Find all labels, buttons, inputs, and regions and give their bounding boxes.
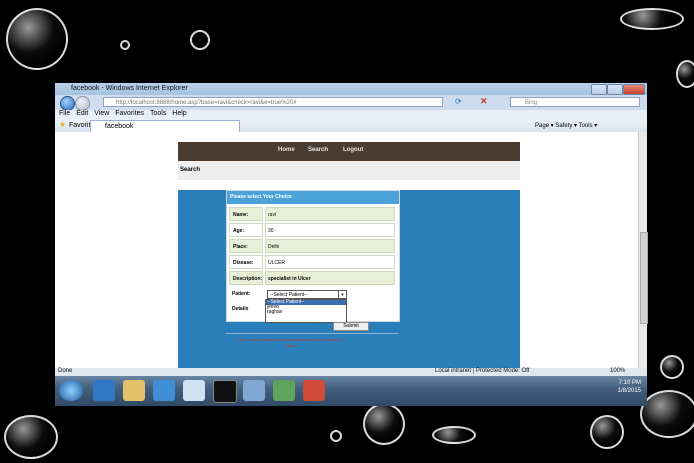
search-taskbar-icon[interactable] (183, 380, 205, 401)
menu-favorites[interactable]: Favorites (115, 110, 144, 117)
explorer-taskbar-icon[interactable] (123, 380, 145, 401)
field-row: Name: ravi (229, 207, 395, 221)
menu-view[interactable]: View (94, 110, 109, 117)
bubble-decoration (330, 430, 342, 442)
field-row: Description: specialist in Ulcer (229, 271, 395, 285)
window-title: facebook - Windows Internet Explorer (71, 85, 188, 92)
nav-logout-link[interactable]: Logout (343, 147, 363, 153)
field-label: Description: (229, 271, 263, 285)
favorites-bar: ★ Favorites facebook Page ▾ Safety ▾ Too… (55, 119, 647, 132)
status-text: Done (58, 368, 73, 374)
bubble-decoration (363, 403, 405, 445)
patient-select-value: --Select Patient-- (270, 292, 308, 298)
refresh-icon[interactable]: ⟳ (455, 97, 462, 106)
ie-taskbar-icon[interactable] (93, 380, 115, 401)
field-row: Age: 30 (229, 223, 395, 237)
search-placeholder: Bing (525, 100, 538, 106)
main-panel: Please select Your Choice Name: ravi Age… (178, 190, 520, 368)
bubble-decoration (590, 415, 624, 449)
menu-bar: File Edit View Favorites Tools Help (55, 110, 647, 119)
field-value: Delhi (265, 239, 395, 253)
close-button[interactable] (623, 84, 645, 95)
field-value: ULCER (265, 255, 395, 269)
site-nav: Home Search Logout (178, 142, 520, 161)
stop-icon[interactable]: ✕ (480, 96, 488, 107)
status-bar: Done Local intranet | Protected Mode: Of… (55, 368, 647, 376)
menu-tools[interactable]: Tools (150, 110, 166, 117)
search-heading: Search (180, 167, 201, 173)
app-taskbar-icon[interactable] (243, 380, 265, 401)
bubble-decoration (120, 40, 130, 50)
clock-date: 1/8/2015 (617, 388, 641, 394)
bubble-decoration (620, 8, 684, 30)
vertical-scrollbar[interactable] (638, 132, 648, 368)
bubble-decoration (4, 415, 58, 459)
field-label: Disease: (229, 255, 263, 269)
tab-facebook[interactable]: facebook (90, 120, 240, 132)
title-bar: facebook - Windows Internet Explorer (55, 83, 647, 95)
field-label: Age: (229, 223, 263, 237)
field-row: Place: Delhi (229, 239, 395, 253)
app-taskbar-icon[interactable] (273, 380, 295, 401)
patient-dropdown: --Select Patient-- jeevo raghav (265, 299, 347, 323)
clock-time: 7:10 PM (618, 380, 641, 386)
field-value: 30 (265, 223, 395, 237)
taskbar: 7:10 PM 1/8/2015 (55, 376, 647, 406)
cmd-taskbar-icon[interactable] (213, 380, 237, 403)
forward-button[interactable] (75, 96, 90, 111)
browser-window: facebook - Windows Internet Explorer htt… (55, 83, 648, 376)
bubble-decoration (6, 8, 68, 70)
bubble-decoration (432, 426, 476, 444)
zoom-level[interactable]: 100% (610, 368, 625, 374)
details-label: Details (232, 306, 249, 312)
back-button[interactable] (60, 96, 75, 111)
url-input[interactable]: http://localhost:8888/home.asp?base=ravi… (103, 97, 443, 107)
field-label: Name: (229, 207, 263, 221)
footer-note: Note: select patient from the dropdown a… (238, 337, 343, 348)
clock[interactable]: 7:10 PM 1/8/2015 (618, 379, 641, 395)
start-button[interactable] (59, 380, 83, 401)
menu-edit[interactable]: Edit (76, 110, 88, 117)
chevron-down-icon[interactable]: ▼ (338, 291, 346, 298)
star-icon: ★ (59, 120, 67, 129)
toolbar-commands[interactable]: Page ▾ Safety ▾ Tools ▾ (535, 122, 597, 129)
form-title: Please select Your Choice (227, 191, 399, 204)
maximize-button[interactable] (607, 84, 623, 95)
search-heading-row: Search (178, 161, 520, 180)
patient-form: Please select Your Choice Name: ravi Age… (226, 190, 400, 323)
menu-help[interactable]: Help (172, 110, 186, 117)
page-content: Home Search Logout Search Please select … (55, 132, 638, 368)
dropdown-option[interactable]: raghav (266, 310, 346, 315)
patient-select[interactable]: --Select Patient-- ▼ (267, 290, 347, 299)
field-label: Place: (229, 239, 263, 253)
search-input[interactable]: Bing (510, 97, 640, 107)
menu-file[interactable]: File (59, 110, 70, 117)
media-taskbar-icon[interactable] (153, 380, 175, 401)
field-row: Disease: ULCER (229, 255, 395, 269)
address-bar: http://localhost:8888/home.asp?base=ravi… (55, 95, 647, 111)
bubble-decoration (640, 390, 694, 438)
field-value: ravi (265, 207, 395, 221)
bubble-decoration (676, 60, 694, 88)
bubble-decoration (660, 355, 684, 379)
submit-button[interactable]: Submit (333, 322, 369, 331)
scrollbar-thumb[interactable] (640, 232, 648, 324)
patient-label: Patient: (232, 291, 251, 297)
field-value: specialist in Ulcer (265, 271, 395, 285)
nav-search-link[interactable]: Search (308, 147, 328, 153)
app-taskbar-icon[interactable] (303, 380, 325, 401)
minimize-button[interactable] (591, 84, 607, 95)
bubble-decoration (190, 30, 210, 50)
zone-text: Local intranet | Protected Mode: Off (435, 368, 530, 374)
tab-label: facebook (105, 123, 134, 130)
divider (226, 333, 398, 334)
nav-home-link[interactable]: Home (278, 147, 295, 153)
